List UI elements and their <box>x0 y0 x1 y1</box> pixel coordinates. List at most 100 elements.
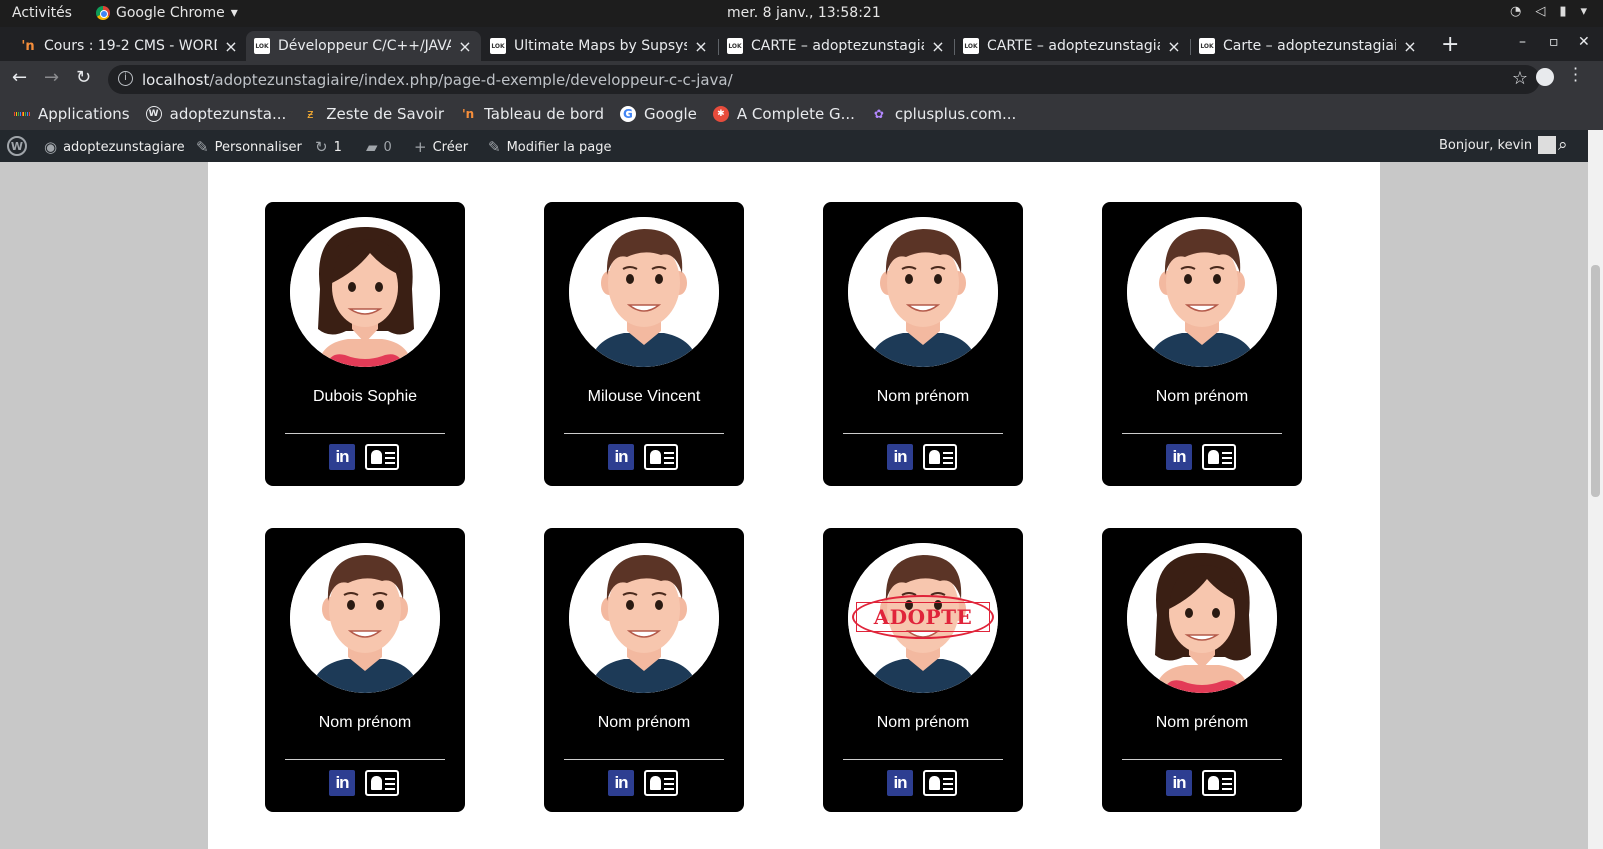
wp-site-menu[interactable]: ◉ adoptezunstagiare <box>44 138 185 156</box>
clock[interactable]: mer. 8 janv., 13:58:21 <box>727 5 881 21</box>
wp-account-menu[interactable]: Bonjour, kevin <box>1439 136 1557 154</box>
activities-button[interactable]: Activités <box>12 5 72 21</box>
bookmark-google[interactable]: G Google <box>619 104 697 123</box>
contact-card-icon[interactable] <box>1202 444 1236 470</box>
new-tab-button[interactable]: + <box>1441 32 1459 57</box>
address-path: /adoptezunstagiaire/index.php/page-d-exe… <box>209 70 733 89</box>
tab-carte-1[interactable]: LOK CARTE – adoptezunstagiaire × <box>719 31 954 61</box>
divider <box>564 759 724 760</box>
linkedin-icon[interactable]: in <box>608 444 634 470</box>
bookmark-complete-guide[interactable]: ✱ A Complete G... <box>712 105 855 123</box>
contact-card-icon[interactable] <box>365 444 399 470</box>
linkedin-icon[interactable]: in <box>329 444 355 470</box>
wp-new-link[interactable]: + Créer <box>414 138 468 156</box>
male-avatar-icon <box>569 543 719 693</box>
contact-card-icon[interactable] <box>644 444 678 470</box>
address-bar[interactable]: i localhost/adoptezunstagiaire/index.php… <box>108 65 1540 94</box>
app-menu[interactable]: Google Chrome ▾ <box>96 5 238 21</box>
close-icon[interactable]: × <box>1166 37 1182 56</box>
tab-developpeur[interactable]: LOK Développeur C/C++/JAVA – adoptezunst… <box>246 31 481 61</box>
wp-admin-bar: W ◉ adoptezunstagiare ✎ Personnaliser ↻ … <box>0 130 1603 162</box>
dashboard-icon: ◉ <box>44 138 58 156</box>
bookmark-cplusplus[interactable]: ✿ cplusplus.com... <box>871 105 1016 123</box>
wp-edit-page-link[interactable]: ✎ Modifier la page <box>488 138 611 156</box>
tab-carte-3[interactable]: LOK Carte – adoptezunstagiaire × <box>1191 31 1426 61</box>
profile-photo <box>569 217 719 367</box>
close-window-button[interactable]: ✕ <box>1578 34 1590 50</box>
profile-links: in <box>329 770 399 796</box>
bookmark-zeste-de-savoir[interactable]: ƶ Zeste de Savoir <box>302 105 444 123</box>
bookmark-label: Google <box>643 104 697 123</box>
contact-card-icon[interactable] <box>644 770 678 796</box>
page-scrollbar[interactable] <box>1588 130 1603 849</box>
close-icon[interactable]: × <box>693 37 709 56</box>
linkedin-icon[interactable]: in <box>1166 770 1192 796</box>
wp-comments-link[interactable]: ▰ 0 <box>366 138 392 156</box>
linkedin-icon[interactable]: in <box>887 444 913 470</box>
bookmark-star-icon[interactable]: ☆ <box>1512 68 1528 89</box>
contact-card-icon[interactable] <box>365 770 399 796</box>
bookmark-adoptezunstagiaire[interactable]: W adoptezunsta... <box>145 105 286 123</box>
close-icon[interactable]: × <box>1402 37 1418 56</box>
female-avatar-icon <box>1127 543 1277 693</box>
forward-button[interactable]: → <box>44 67 59 88</box>
profile-avatar-icon[interactable] <box>1536 68 1554 86</box>
back-button[interactable]: ← <box>12 67 27 88</box>
browser-toolbar: ← → ↻ i localhost/adoptezunstagiaire/ind… <box>0 61 1603 97</box>
close-icon[interactable]: × <box>930 37 946 56</box>
system-top-bar: Activités Google Chrome ▾ mer. 8 janv., … <box>0 0 1603 27</box>
profile-name: Nom prénom <box>876 388 970 405</box>
comment-icon: ▰ <box>366 138 378 156</box>
plus-icon: + <box>414 138 427 156</box>
doc-icon: LOK <box>1199 38 1215 54</box>
bookmark-tableau-de-bord[interactable]: 'n Tableau de bord <box>460 105 604 123</box>
minimize-button[interactable]: – <box>1519 34 1526 50</box>
wp-greeting: Bonjour, kevin <box>1439 137 1533 153</box>
wp-logo-button[interactable]: W <box>7 136 27 156</box>
close-icon[interactable]: × <box>457 37 473 56</box>
system-status-area[interactable]: ◔ ◁ ▮ ▾ <box>1510 4 1587 19</box>
wp-updates-link[interactable]: ↻ 1 <box>315 138 342 156</box>
contact-card-icon[interactable] <box>1202 770 1236 796</box>
profile-photo: ADOPTE <box>848 543 998 693</box>
tab-title: Carte – adoptezunstagiaire <box>1223 38 1396 54</box>
bookmark-label: Tableau de bord <box>484 104 604 123</box>
doc-icon: LOK <box>254 38 270 54</box>
linkedin-icon[interactable]: in <box>1166 444 1192 470</box>
tab-cours[interactable]: 'n Cours : 19-2 CMS - WORDPRESS × <box>12 31 247 61</box>
profile-photo <box>569 543 719 693</box>
linkedin-icon[interactable]: in <box>887 770 913 796</box>
refresh-icon: ↻ <box>315 138 328 156</box>
tab-title: Ultimate Maps by Supsystic <box>514 38 687 54</box>
tab-ultimate-maps[interactable]: LOK Ultimate Maps by Supsystic × <box>482 31 717 61</box>
app-name: Google Chrome <box>116 5 225 21</box>
linkedin-icon[interactable]: in <box>608 770 634 796</box>
menu-kebab-icon[interactable]: · · · <box>1573 61 1578 89</box>
wp-customize-link[interactable]: ✎ Personnaliser <box>196 138 302 156</box>
contact-card-icon[interactable] <box>923 444 957 470</box>
chrome-icon <box>96 6 110 20</box>
wifi-icon: ◔ <box>1509 4 1522 19</box>
profile-card: Nom prénom in <box>265 528 465 812</box>
profile-links: in <box>329 444 399 470</box>
linkedin-icon[interactable]: in <box>329 770 355 796</box>
profile-photo <box>1127 543 1277 693</box>
profile-name: Nom prénom <box>1155 714 1249 731</box>
maximize-button[interactable]: ▫ <box>1549 34 1559 50</box>
profile-photo <box>290 543 440 693</box>
bookmarks-bar: Applications W adoptezunsta... ƶ Zeste d… <box>0 97 1603 130</box>
search-icon[interactable]: ⌕ <box>1558 135 1568 155</box>
contact-card-icon[interactable] <box>923 770 957 796</box>
tab-carte-2[interactable]: LOK CARTE – adoptezunstagiaire × <box>955 31 1190 61</box>
bookmark-applications[interactable]: Applications <box>14 105 130 123</box>
tab-title: CARTE – adoptezunstagiaire <box>751 38 924 54</box>
profile-name: Dubois Sophie <box>312 388 418 405</box>
divider <box>843 759 1003 760</box>
info-icon[interactable]: i <box>118 71 133 86</box>
reload-button[interactable]: ↻ <box>76 67 91 88</box>
openclassrooms-icon: 'n <box>21 38 35 54</box>
chevron-down-icon: ▾ <box>1580 4 1587 19</box>
scrollbar-thumb[interactable] <box>1591 265 1600 497</box>
close-icon[interactable]: × <box>223 37 239 56</box>
wp-comments-count: 0 <box>383 139 392 155</box>
